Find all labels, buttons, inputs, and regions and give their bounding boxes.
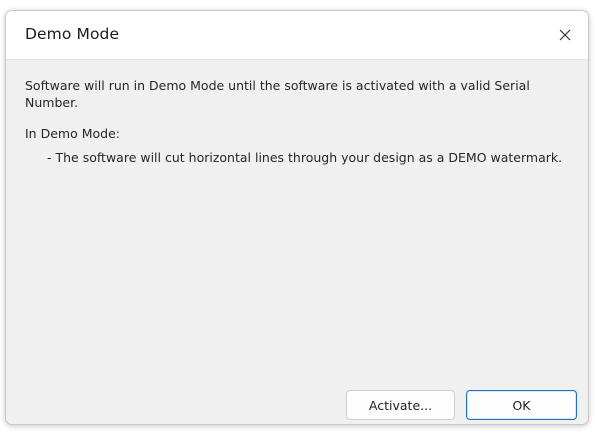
demo-mode-dialog: Demo Mode Software will run in Demo Mode… xyxy=(5,10,589,425)
close-icon xyxy=(559,29,571,41)
dialog-title: Demo Mode xyxy=(25,25,120,43)
dialog-message: Software will run in Demo Mode until the… xyxy=(25,77,565,166)
activate-button[interactable]: Activate... xyxy=(346,390,455,420)
ok-button[interactable]: OK xyxy=(466,390,577,420)
demo-watermark-note: - The software will cut horizontal lines… xyxy=(47,150,563,165)
demo-mode-heading: In Demo Mode: xyxy=(25,126,120,141)
close-button[interactable] xyxy=(542,11,588,59)
title-bar: Demo Mode xyxy=(6,11,588,60)
demo-mode-description: Software will run in Demo Mode until the… xyxy=(25,78,530,110)
